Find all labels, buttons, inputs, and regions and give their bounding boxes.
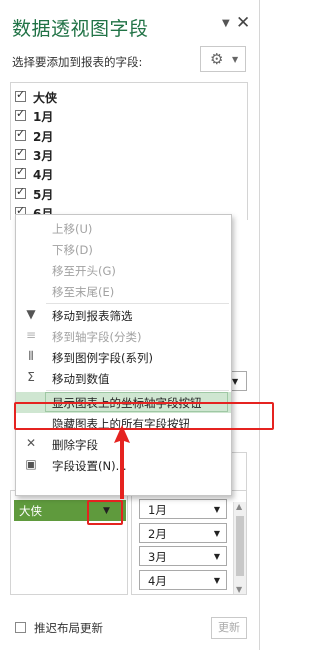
menu-item-label: 删除字段 [52, 438, 98, 452]
field-row[interactable]: ✓ 大侠 [11, 88, 247, 107]
values-field-label: 3月 [148, 550, 167, 564]
rows-icon: ≡ [25, 328, 37, 342]
scroll-thumb[interactable] [236, 516, 244, 576]
menu-separator [46, 303, 229, 304]
menu-item-label: 移到轴字段(分类) [52, 330, 142, 344]
checkmark-icon: ✓ [16, 184, 26, 198]
values-field-label: 4月 [148, 573, 167, 588]
field-label: 4月 [33, 168, 54, 183]
field-list-caption: 选择要添加到报表的字段: [12, 55, 143, 69]
field-checkbox[interactable]: ✓ [15, 184, 26, 199]
menu-item-label: 移动到数值 [52, 372, 110, 386]
remove-x-icon: ✕ [25, 436, 37, 450]
checkmark-icon: ✓ [16, 165, 26, 179]
field-checkbox[interactable]: ✓ [15, 107, 26, 122]
values-scrollbar[interactable]: ▲ ▼ [233, 502, 246, 594]
field-checkbox[interactable]: ✓ [15, 88, 26, 102]
menu-item-label: 下移(D) [52, 243, 93, 257]
values-field-pill[interactable]: 1月 ▼ [139, 499, 227, 519]
menu-item-label: 上移(U) [52, 222, 93, 236]
field-label: 3月 [33, 148, 54, 163]
defer-layout-checkbox[interactable] [15, 622, 26, 633]
field-list: ✓大侠✓1月✓2月✓3月✓4月✓5月✓6月 [10, 82, 248, 220]
field-settings-icon: ▣ [25, 457, 37, 471]
close-icon[interactable]: ✕ [236, 13, 250, 33]
field-checkbox[interactable]: ✓ [15, 145, 26, 160]
annotation-dropdown-box [87, 500, 123, 525]
scroll-down-icon[interactable]: ▼ [236, 585, 242, 594]
gear-icon: ⚙ [210, 50, 224, 68]
field-row[interactable]: ✓ 1月 [11, 107, 247, 126]
chevron-down-icon[interactable]: ▼ [214, 505, 220, 514]
menu-item: 上移(U) [16, 218, 231, 239]
field-label: 大侠 [33, 91, 58, 105]
values-field-label: 2月 [148, 526, 167, 541]
menu-item: 移至开头(G) [16, 260, 231, 281]
axis-field-label: 大侠 [19, 504, 42, 518]
chevron-down-icon[interactable]: ▼ [214, 552, 220, 561]
defer-layout-label: 推迟布局更新 [34, 621, 103, 635]
checkmark-icon: ✓ [16, 126, 26, 140]
field-row[interactable]: ✓ 4月 [11, 165, 247, 184]
menu-item-label: 移至末尾(E) [52, 285, 115, 299]
menu-item-label: 移到图例字段(系列) [52, 351, 153, 365]
chevron-down-icon[interactable]: ▼ [214, 576, 220, 585]
menu-item: ≡ 移到轴字段(分类) [16, 326, 231, 347]
chevron-down-icon: ▼ [232, 55, 239, 64]
field-row[interactable]: ✓ 3月 [11, 146, 247, 165]
values-drop-area: 1月 ▼ 2月 ▼ 3月 ▼ 4月 ▼ [131, 490, 247, 595]
values-field-pill[interactable]: 3月 ▼ [139, 546, 227, 566]
annotation-arrow [114, 425, 130, 499]
annotation-highlight-box [14, 402, 274, 430]
checkmark-icon: ✓ [16, 88, 26, 101]
field-label: 2月 [33, 129, 54, 144]
values-field-pill[interactable]: 4月 ▼ [139, 569, 227, 590]
checkmark-icon: ✓ [16, 145, 26, 159]
field-row[interactable]: ✓ 2月 [11, 127, 247, 146]
values-field-label: 1月 [148, 503, 167, 517]
menu-item[interactable]: Σ 移动到数值 [16, 368, 231, 389]
menu-separator [46, 390, 229, 391]
values-field-pill[interactable]: 2月 ▼ [139, 522, 227, 543]
chevron-down-icon[interactable]: ▼ [214, 529, 220, 538]
menu-item-label: 移至开头(G) [52, 264, 116, 278]
menu-item-label: 移动到报表筛选 [52, 309, 133, 323]
field-label: 5月 [33, 187, 54, 202]
field-checkbox[interactable]: ✓ [15, 126, 26, 141]
update-button[interactable]: 更新 [211, 617, 247, 639]
pane-options-dropdown-icon[interactable]: ▼ [222, 18, 230, 29]
sigma-icon: Σ [27, 370, 35, 384]
pane-title: 数据透视图字段 [12, 18, 149, 40]
arrow-shape [114, 425, 130, 499]
field-label: 1月 [33, 110, 54, 125]
menu-item: 移至末尾(E) [16, 281, 231, 302]
filter-icon: ▼ [26, 307, 36, 321]
checkmark-icon: ✓ [16, 107, 26, 121]
columns-icon: ⦀ [28, 349, 34, 363]
chevron-down-icon: ▼ [232, 377, 239, 386]
pivot-chart-fields-pane: 数据透视图字段 ▼ ✕ 选择要添加到报表的字段: ⚙ ▼ ✓ 大侠 ✓ 1月 ✓ 2月 ✓ 3… [0, 0, 274, 650]
menu-item[interactable]: ▼ 移动到报表筛选 [16, 305, 231, 326]
tools-button[interactable]: ⚙ ▼ [200, 46, 246, 72]
menu-item[interactable]: ⦀ 移到图例字段(系列) [16, 347, 231, 368]
menu-item: 下移(D) [16, 239, 231, 260]
field-checkbox[interactable]: ✓ [15, 165, 26, 180]
field-row[interactable]: ✓ 5月 [11, 185, 247, 204]
scroll-up-icon[interactable]: ▲ [236, 502, 242, 511]
